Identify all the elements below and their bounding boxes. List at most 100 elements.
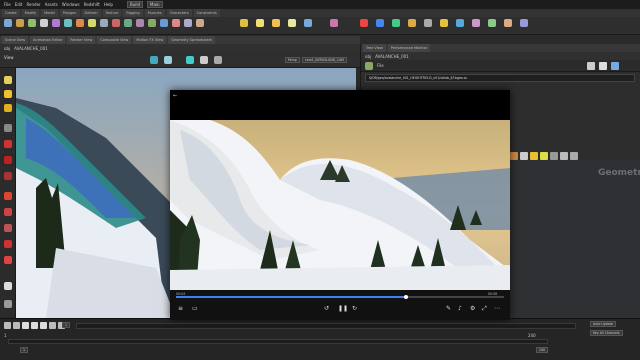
ambient-light-tool-icon[interactable] <box>456 19 464 27</box>
tab-render-view[interactable]: Render View <box>67 36 96 44</box>
null-tool-icon[interactable] <box>64 19 72 27</box>
settings-icon[interactable]: ⚙ <box>470 306 475 312</box>
scale-tool-icon[interactable] <box>4 124 12 132</box>
seek-handle[interactable] <box>403 294 408 299</box>
layout-icon[interactable] <box>550 152 558 160</box>
shelf-tab[interactable]: Texture <box>102 9 122 17</box>
spray-paint-tool-icon[interactable] <box>136 19 144 27</box>
render-region-icon[interactable] <box>4 282 12 290</box>
sphere-tool-icon[interactable] <box>16 19 24 27</box>
play-reverse-icon[interactable] <box>22 322 29 329</box>
metaball-tool-icon[interactable] <box>172 19 180 27</box>
range-slider[interactable] <box>8 339 548 344</box>
gi-light-tool-icon[interactable] <box>408 19 416 27</box>
path-node[interactable]: AVALANCHE_001 <box>14 46 48 51</box>
file-tool-icon[interactable] <box>184 19 192 27</box>
handle-tool-icon[interactable] <box>4 140 12 148</box>
menu-help[interactable]: Help <box>104 2 113 7</box>
menu-windows[interactable]: Windows <box>62 2 80 7</box>
menu-redshift[interactable]: Redshift <box>84 2 100 7</box>
rewind-icon[interactable]: ↺ <box>324 306 329 312</box>
flipbook-icon[interactable] <box>4 300 12 308</box>
multi-snap-icon[interactable] <box>4 256 12 264</box>
forward-icon[interactable]: ↻ <box>352 306 357 312</box>
geometry-light-tool-icon[interactable] <box>304 19 312 27</box>
camera-tool-icon[interactable] <box>240 19 248 27</box>
tab-geometry-spreadsheet[interactable]: Geometry Spreadsheet <box>168 36 215 44</box>
shelf-tab[interactable]: Model <box>41 9 58 17</box>
tab-tree-view[interactable]: Tree View <box>363 44 386 52</box>
circle-tool-icon[interactable] <box>88 19 96 27</box>
path-obj[interactable]: obj <box>4 46 10 51</box>
list-view-icon[interactable] <box>520 152 528 160</box>
magnet-icon[interactable] <box>4 192 12 200</box>
stereo-camera-tool-icon[interactable] <box>472 19 480 27</box>
view-tool-icon[interactable] <box>4 172 12 180</box>
shelf-tab[interactable]: Constraints <box>193 9 220 17</box>
snap-icon[interactable] <box>4 208 12 216</box>
draw-curve-tool-icon[interactable] <box>112 19 120 27</box>
captions-icon[interactable]: ▭ <box>192 306 198 312</box>
shelf-tab[interactable]: Characters <box>166 9 192 17</box>
more-icon[interactable]: ⋯ <box>494 306 500 312</box>
grid-snap-icon[interactable] <box>4 224 12 232</box>
camera-menu[interactable]: cam1_BERGSLUND_CAM <box>302 57 347 63</box>
caustic-light-tool-icon[interactable] <box>424 19 432 27</box>
fullscreen-icon[interactable]: ⤢ <box>482 306 487 312</box>
volume-light-tool-icon[interactable] <box>330 19 338 27</box>
help-icon[interactable] <box>599 62 607 70</box>
menu-render[interactable]: Render <box>26 2 40 7</box>
edit-icon[interactable]: ✎ <box>446 306 451 312</box>
tube-tool-icon[interactable] <box>28 19 36 27</box>
snapshot-icon[interactable] <box>214 56 222 64</box>
move-tool-icon[interactable] <box>4 90 12 98</box>
shelf-tab[interactable]: Create <box>2 9 20 17</box>
timeline-bar[interactable] <box>76 323 576 329</box>
grid-icon[interactable] <box>560 152 568 160</box>
tab-animation-editor[interactable]: Animation Editor <box>30 36 66 44</box>
sky-light-tool-icon[interactable] <box>392 19 400 27</box>
font-tool-icon[interactable] <box>196 19 204 27</box>
gamepad-camera-tool-icon[interactable] <box>520 19 528 27</box>
shelf-tab[interactable]: Deform <box>81 9 101 17</box>
range-end-field[interactable]: 240 <box>536 347 549 353</box>
key-all-channels-button[interactable]: Key All Channels <box>590 330 623 336</box>
jump-start-icon[interactable] <box>4 322 11 329</box>
range-start-field[interactable]: 1 <box>20 347 29 353</box>
distant-light-tool-icon[interactable] <box>360 19 368 27</box>
current-frame-field[interactable]: 1 <box>62 322 71 328</box>
l-system-tool-icon[interactable] <box>160 19 168 27</box>
path-tool-icon[interactable] <box>124 19 132 27</box>
desktop-select[interactable]: Build <box>126 1 144 8</box>
step-back-icon[interactable] <box>13 322 20 329</box>
volume-icon[interactable]: ♪ <box>458 306 462 312</box>
torus-tool-icon[interactable] <box>40 19 48 27</box>
tab-scene-view[interactable]: Scene View <box>2 36 29 44</box>
file-path-input[interactable]: $JOB/geo/avalanche_001_HEIGHTFIELD_v01/v… <box>365 74 635 82</box>
grid-tool-icon[interactable] <box>52 19 60 27</box>
sticky-note-icon[interactable] <box>530 152 538 160</box>
area-light-tool-icon[interactable] <box>288 19 296 27</box>
gear-icon[interactable] <box>587 62 595 70</box>
shelf-tab[interactable]: Rigging <box>123 9 143 17</box>
play-icon[interactable] <box>40 322 47 329</box>
tab-performance-monitor[interactable]: Performance Monitor <box>387 44 431 52</box>
auto-update-button[interactable]: Auto Update <box>590 321 616 327</box>
zoom-icon[interactable] <box>570 152 578 160</box>
platonic-tool-icon[interactable] <box>148 19 156 27</box>
shelf-tab[interactable]: Modify <box>21 9 40 17</box>
shelf-tab[interactable]: Muscles <box>144 9 165 17</box>
persp-menu[interactable]: Persp <box>285 57 300 63</box>
shelf-tab[interactable]: Polygon <box>59 9 80 17</box>
rotate-tool-icon[interactable] <box>4 104 12 112</box>
color-palette-icon[interactable] <box>510 152 518 160</box>
menu-edit[interactable]: Edit <box>15 2 23 7</box>
pose-tool-icon[interactable] <box>4 156 12 164</box>
right-path-node[interactable]: AVALANCHE_001 <box>375 54 409 59</box>
stop-icon[interactable] <box>31 322 38 329</box>
display-options-icon[interactable] <box>150 56 158 64</box>
environment-light-tool-icon[interactable] <box>376 19 384 27</box>
vr-camera-tool-icon[interactable] <box>488 19 496 27</box>
step-forward-icon[interactable] <box>49 322 56 329</box>
player-back-icon[interactable]: ← <box>173 93 177 99</box>
